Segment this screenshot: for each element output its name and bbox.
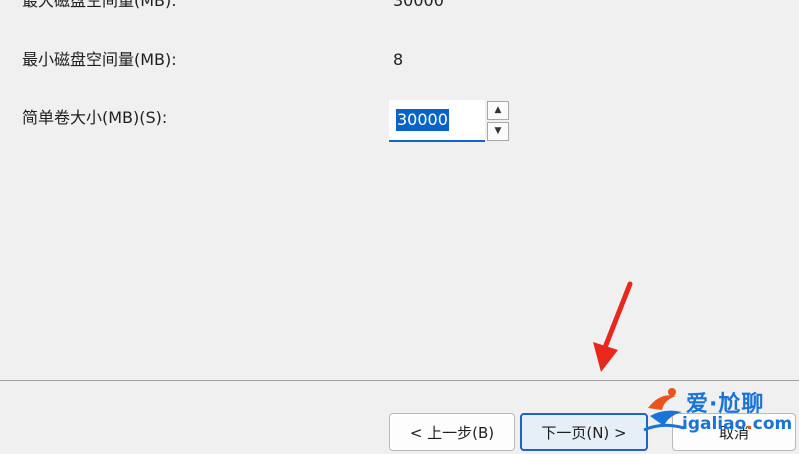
back-button[interactable]: < 上一步(B) bbox=[389, 413, 515, 451]
igaliao-watermark: 爱·尬聊 igaliao.com bbox=[638, 380, 799, 440]
watermark-domain: igaliao.com bbox=[682, 414, 793, 434]
simple-volume-size-selected-text: 30000 bbox=[396, 109, 449, 131]
min-disk-space-value: 8 bbox=[393, 50, 404, 69]
spin-buttons: ▲ ▼ bbox=[487, 101, 511, 143]
spin-up-button[interactable]: ▲ bbox=[487, 101, 509, 120]
watermark-logo-icon bbox=[643, 388, 685, 432]
simple-volume-size-spinbox[interactable]: 30000 ▲ ▼ bbox=[389, 100, 512, 144]
red-arrow-annotation-icon bbox=[593, 281, 633, 372]
next-button[interactable]: 下一页(N) > bbox=[520, 413, 648, 451]
triangle-up-icon: ▲ bbox=[494, 105, 502, 115]
spin-down-button[interactable]: ▼ bbox=[487, 122, 509, 141]
wizard-body: 最大磁盘空间量(MB): 30000 最小磁盘空间量(MB): 8 简单卷大小(… bbox=[0, 0, 799, 380]
max-disk-space-value: 30000 bbox=[393, 0, 444, 10]
triangle-down-icon: ▼ bbox=[494, 126, 502, 136]
min-disk-space-label: 最小磁盘空间量(MB): bbox=[22, 50, 177, 69]
max-disk-space-label: 最大磁盘空间量(MB): bbox=[22, 0, 177, 10]
simple-volume-size-label: 简单卷大小(MB)(S): bbox=[22, 108, 168, 127]
simple-volume-size-input[interactable]: 30000 bbox=[389, 100, 485, 142]
